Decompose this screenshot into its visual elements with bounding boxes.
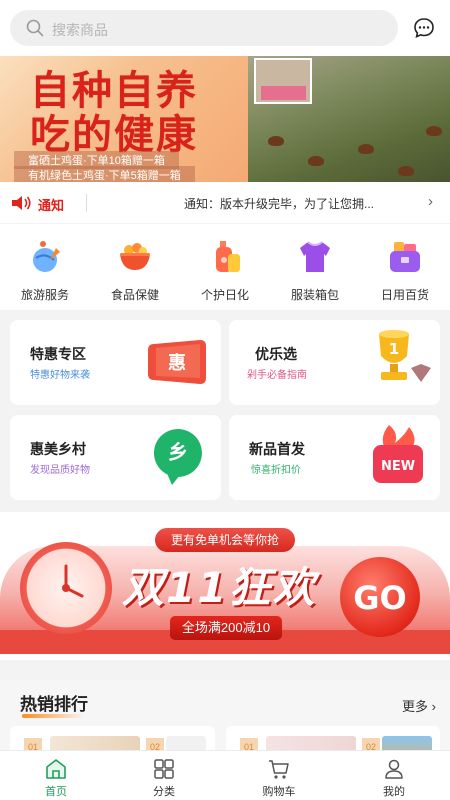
search-icon xyxy=(26,19,44,37)
tab-category[interactable]: 分类 xyxy=(108,751,220,800)
tab-label: 购物车 xyxy=(262,786,296,798)
card-title: 优乐选 xyxy=(255,346,297,362)
card-title: 惠美乡村 xyxy=(30,441,86,457)
category-icon xyxy=(154,759,174,779)
chicken-figure xyxy=(358,144,374,154)
promo-subtitle: 全场满200减10 xyxy=(170,616,282,640)
notice-label: 通知 xyxy=(38,198,65,213)
search-placeholder: 搜索商品 xyxy=(52,22,108,38)
category-item-food[interactable]: 食品保健 xyxy=(90,224,180,310)
user-icon xyxy=(385,759,403,779)
message-icon[interactable] xyxy=(412,16,436,40)
category-label: 个护日化 xyxy=(200,288,249,302)
tab-cart[interactable]: 购物车 xyxy=(223,751,335,800)
trophy-icon: 1 xyxy=(379,330,431,382)
card-subtitle: 发现品质好物 xyxy=(30,465,90,476)
discount-tag-icon: 惠 xyxy=(148,340,206,384)
banner-text-panel: 自种自养 吃的健康 富硒土鸡蛋·下单10箱赠一箱 有机绿色土鸡蛋·下单5箱赠一箱 xyxy=(0,56,248,182)
inset-sticker xyxy=(261,86,306,100)
card-subtitle: 惊喜折扣价 xyxy=(251,465,301,476)
tab-label: 我的 xyxy=(383,786,405,798)
tab-label: 分类 xyxy=(153,786,175,798)
card-title: 新品首发 xyxy=(249,441,305,457)
clothing-icon xyxy=(300,241,330,272)
chicken-figure xyxy=(426,126,442,136)
daily-goods-icon xyxy=(390,242,420,272)
card-subtitle: 特惠好物来袭 xyxy=(30,370,90,381)
go-button[interactable]: GO xyxy=(340,557,420,637)
card-youlexuan[interactable]: 优乐选 剁手必备指南 1 xyxy=(229,320,440,405)
chicken-figure xyxy=(268,136,284,146)
bottom-tab-bar: 首页 分类 购物车 我的 xyxy=(0,750,450,800)
hot-ranking-section: 热销排行 更多 › 01 02 01 02 xyxy=(0,680,450,766)
category-label: 食品保健 xyxy=(110,288,159,302)
new-tag-icon: NEW xyxy=(373,425,423,483)
card-badge: NEW xyxy=(381,459,415,474)
header: 搜索商品 xyxy=(0,0,450,56)
egg-photo-inset xyxy=(254,58,312,104)
banner-offer-line2: 有机绿色土鸡蛋·下单5箱赠一箱 xyxy=(14,166,195,182)
card-badge: 惠 xyxy=(168,353,186,374)
title-underline xyxy=(22,714,84,718)
card-beautiful-village[interactable]: 惠美乡村 发现品质好物 乡 xyxy=(10,415,221,500)
category-label: 日用百货 xyxy=(380,288,429,302)
promo-pill: 更有免单机会等你抢 xyxy=(155,528,295,552)
tab-profile[interactable]: 我的 xyxy=(338,751,450,800)
speaker-icon xyxy=(12,196,31,210)
promo-banner[interactable]: 更有免单机会等你抢 双11狂欢 全场满200减10 GO xyxy=(0,512,450,660)
home-icon xyxy=(46,759,66,779)
card-title: 特惠专区 xyxy=(30,346,86,362)
search-bar[interactable]: 搜索商品 xyxy=(10,10,398,46)
more-link[interactable]: 更多 › xyxy=(402,696,436,715)
card-special-offer[interactable]: 特惠专区 特惠好物来袭 惠 xyxy=(10,320,221,405)
category-label: 服装箱包 xyxy=(290,288,339,302)
travel-globe-icon xyxy=(33,241,60,272)
cart-icon xyxy=(269,760,289,779)
category-item-travel[interactable]: 旅游服务 xyxy=(0,224,90,310)
tab-label: 首页 xyxy=(45,786,67,798)
banner-farm-photo xyxy=(248,56,450,182)
chicken-figure xyxy=(308,156,324,166)
category-label: 旅游服务 xyxy=(20,288,69,302)
card-badge: 1 xyxy=(389,340,399,358)
clock-icon xyxy=(20,542,112,634)
go-label: GO xyxy=(353,579,407,617)
category-item-clothing[interactable]: 服装箱包 xyxy=(270,224,360,310)
tab-home[interactable]: 首页 xyxy=(0,751,112,800)
more-label: 更多 xyxy=(402,699,429,714)
card-new-arrivals[interactable]: 新品首发 惊喜折扣价 NEW xyxy=(229,415,440,500)
hero-banner[interactable]: 自种自养 吃的健康 富硒土鸡蛋·下单10箱赠一箱 有机绿色土鸡蛋·下单5箱赠一箱 xyxy=(0,56,450,182)
category-grid: 旅游服务 食品保健 个护日化 服装箱包 日用百货 xyxy=(0,224,450,310)
care-bottle-icon xyxy=(216,241,240,272)
notice-bar[interactable]: 通知 通知：版本升级完毕，为了让您拥... › xyxy=(0,182,450,224)
promo-title: 双11狂欢 xyxy=(122,563,317,612)
section-title: 热销排行 xyxy=(20,695,88,714)
notice-text: 通知：版本升级完毕，为了让您拥... xyxy=(184,197,375,211)
chevron-right-icon[interactable]: › xyxy=(428,193,433,210)
notice-divider xyxy=(86,194,87,212)
food-bowl-icon xyxy=(120,243,150,270)
category-item-daily-goods[interactable]: 日用百货 xyxy=(360,224,450,310)
chicken-figure xyxy=(398,166,414,176)
card-subtitle: 剁手必备指南 xyxy=(247,370,307,381)
village-badge-icon: 乡 xyxy=(153,429,202,485)
card-badge: 乡 xyxy=(168,440,188,464)
category-item-personal-care[interactable]: 个护日化 xyxy=(180,224,270,310)
